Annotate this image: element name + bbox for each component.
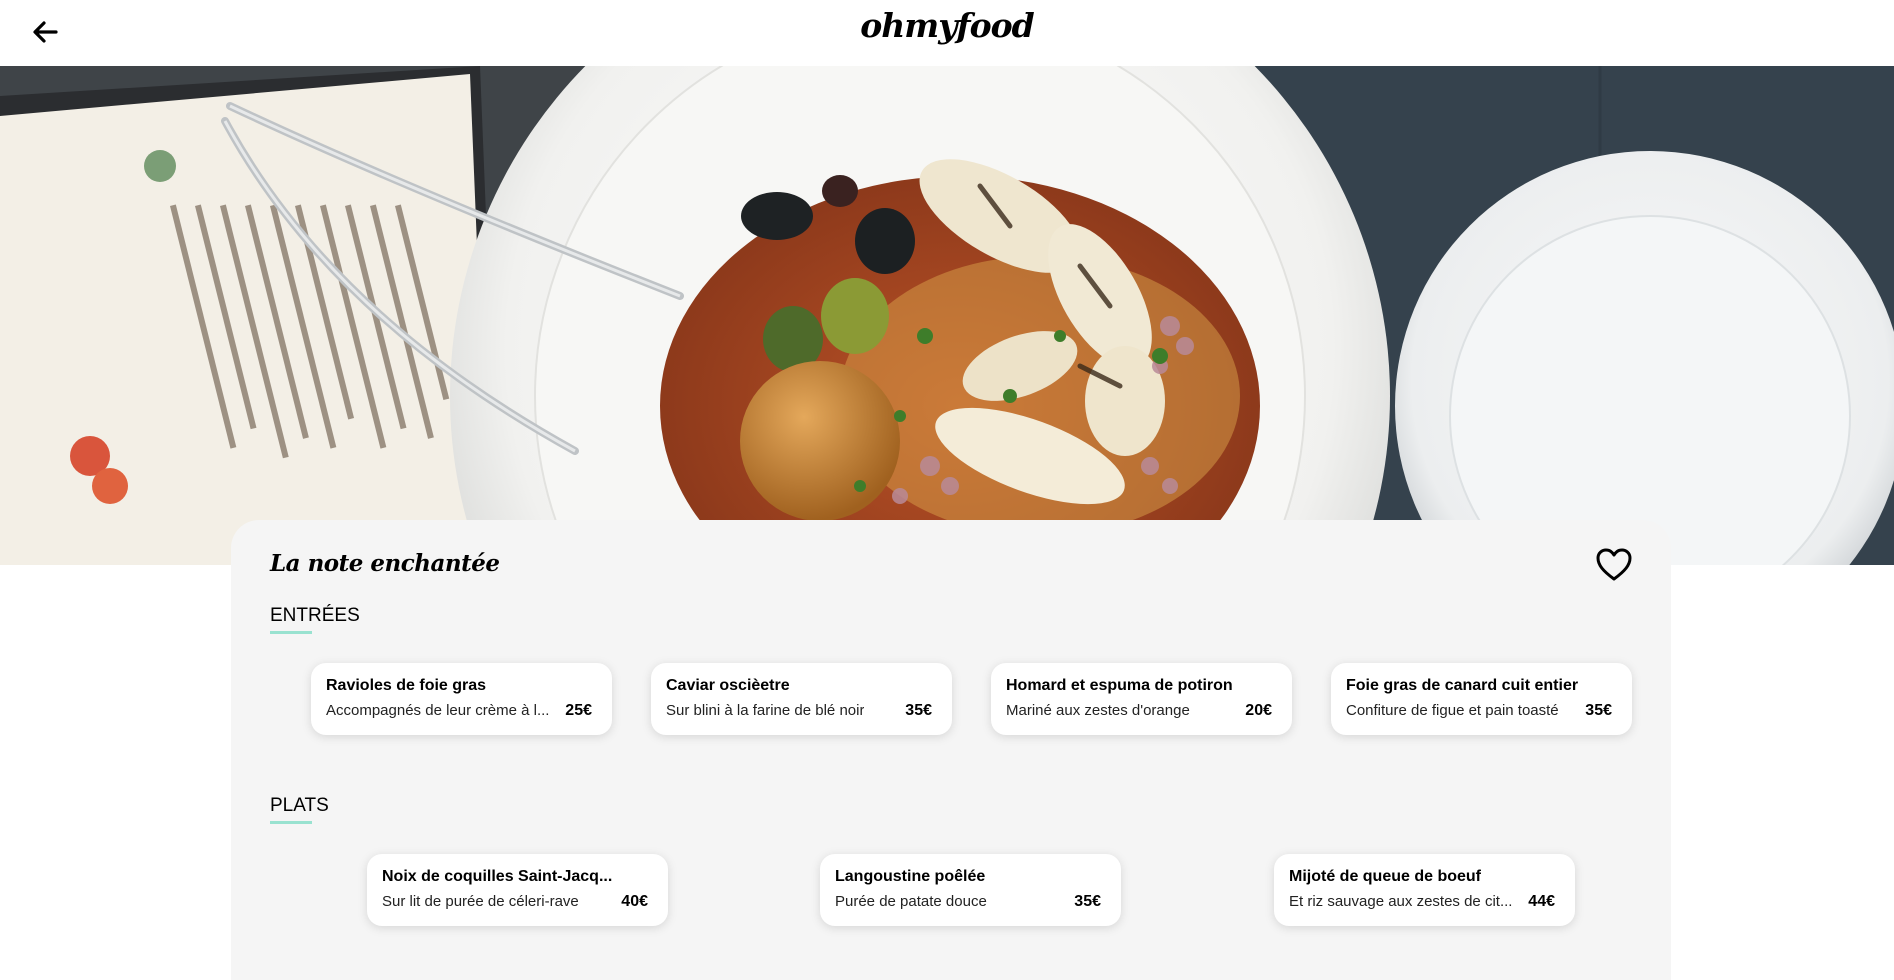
dish-price: 40€ — [621, 893, 648, 910]
dish-description: Accompagnés de leur crème à l... — [326, 702, 550, 719]
dish-name: Noix de coquilles Saint-Jacq... — [382, 868, 613, 885]
dish-price: 35€ — [1074, 893, 1101, 910]
dish-description: Purée de patate douce — [835, 893, 987, 910]
dish-price: 35€ — [1585, 702, 1612, 719]
dish-card[interactable]: Noix de coquilles Saint-Jacq... Sur lit … — [367, 854, 668, 926]
dish-card[interactable]: Homard et espuma de potiron Mariné aux z… — [991, 663, 1292, 735]
heart-outline-icon — [1596, 548, 1632, 581]
dish-name: Foie gras de canard cuit entier — [1346, 677, 1579, 694]
dish-price: 25€ — [565, 702, 592, 719]
dish-description: Sur lit de purée de céleri-rave — [382, 893, 579, 910]
section-underline — [270, 631, 312, 634]
dish-name: Langoustine poêlée — [835, 868, 986, 885]
food-photo-image — [0, 66, 1894, 565]
dish-card[interactable]: Foie gras de canard cuit entier Confitur… — [1331, 663, 1632, 735]
dish-card[interactable]: Langoustine poêlée Purée de patate douce… — [820, 854, 1121, 926]
restaurant-name: La note enchantée — [270, 550, 500, 577]
dish-name: Caviar oscièetre — [666, 677, 790, 694]
dish-description: Et riz sauvage aux zestes de cit... — [1289, 893, 1513, 910]
favorite-button[interactable] — [1595, 547, 1633, 583]
restaurant-card: La note enchantée ENTRÉES Ravioles de fo… — [231, 520, 1671, 980]
section-title-plats: PLATS — [270, 795, 329, 816]
dish-card[interactable]: Caviar oscièetre Sur blini à la farine d… — [651, 663, 952, 735]
section-title-entrees: ENTRÉES — [270, 605, 360, 626]
dish-price: 20€ — [1245, 702, 1272, 719]
dish-price: 35€ — [905, 702, 932, 719]
section-underline — [270, 821, 312, 824]
header: ohmyfood — [0, 0, 1894, 66]
dish-card[interactable]: Mijoté de queue de boeuf Et riz sauvage … — [1274, 854, 1575, 926]
dish-price: 44€ — [1528, 893, 1555, 910]
dish-description: Sur blini à la farine de blé noir — [666, 702, 865, 719]
dish-name: Homard et espuma de potiron — [1006, 677, 1233, 694]
app-logo[interactable]: ohmyfood — [0, 6, 1894, 45]
dish-description: Mariné aux zestes d'orange — [1006, 702, 1190, 719]
dish-card[interactable]: Ravioles de foie gras Accompagnés de leu… — [311, 663, 612, 735]
dish-name: Mijoté de queue de boeuf — [1289, 868, 1482, 885]
dish-name: Ravioles de foie gras — [326, 677, 487, 694]
dish-description: Confiture de figue et pain toasté — [1346, 702, 1559, 719]
hero-image — [0, 66, 1894, 565]
